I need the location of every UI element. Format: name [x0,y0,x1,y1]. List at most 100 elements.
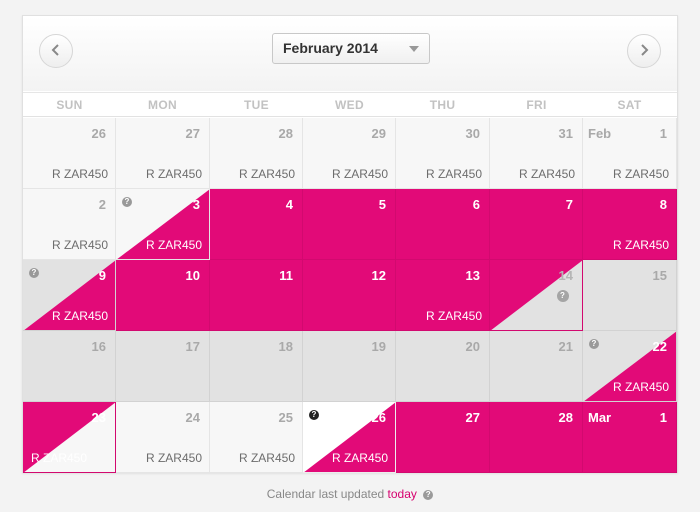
day-number: 17 [185,339,200,354]
day-number: 7 [565,197,573,212]
calendar-day[interactable]: 29 R ZAR450 [303,118,396,189]
calendar-day[interactable]: 21 [490,331,583,402]
day-price: R ZAR450 [145,451,202,465]
day-number: 1 [659,410,667,425]
calendar-day[interactable]: 4 [210,189,303,260]
month-select[interactable]: February 2014 [272,33,430,64]
chevron-left-icon [51,43,61,59]
calendar-day[interactable]: 22 R ZAR450? [583,331,677,402]
calendar-day[interactable]: 6 [396,189,490,260]
day-price: R ZAR450 [51,167,108,181]
calendar-day[interactable]: 5 [303,189,396,260]
calendar-header: February 2014 [23,16,677,91]
day-price: R ZAR450 [238,451,295,465]
calendar-day[interactable]: 11 [210,260,303,331]
day-number: 27 [465,410,480,425]
day-number: 10 [185,268,200,283]
day-number: 15 [652,268,667,283]
availability-calendar: February 2014 SUN MON TUE WED THU FRI SA… [22,15,678,473]
day-number: 5 [378,197,386,212]
help-icon[interactable]: ? [309,410,319,420]
weekday-tue: TUE [244,98,269,112]
calendar-day[interactable]: 28 [490,402,583,473]
calendar-day[interactable]: 28 R ZAR450 [210,118,303,189]
calendar-day[interactable]: 27 R ZAR450 [116,118,210,189]
calendar-day[interactable]: 8 R ZAR450 [583,189,677,260]
calendar-day[interactable]: 17 [116,331,210,402]
calendar-day[interactable]: 13 R ZAR450 [396,260,490,331]
day-number: 8 [659,197,667,212]
day-number: 2 [98,197,106,212]
month-label: February 2014 [283,40,378,56]
help-icon[interactable]: ? [556,290,569,302]
day-price: R ZAR450 [238,167,295,181]
day-price: R ZAR450 [31,451,88,465]
prev-month-button[interactable] [39,34,73,68]
day-number: 20 [465,339,480,354]
day-number: 16 [91,339,106,354]
chevron-down-icon [409,46,419,52]
day-number: 13 [465,268,480,283]
calendar-day[interactable]: 3 R ZAR450? [116,189,210,260]
calendar-day[interactable]: 15 [583,260,677,331]
calendar-day[interactable]: 14? [490,260,583,331]
day-number: 28 [558,410,573,425]
day-price: R ZAR450 [331,451,388,465]
calendar-day[interactable]: 7 [490,189,583,260]
calendar-day[interactable]: 1 Mar [583,402,677,473]
day-price: R ZAR450 [612,167,669,181]
day-number: 24 [185,410,200,425]
day-number: 21 [558,339,573,354]
day-price: R ZAR450 [425,167,482,181]
day-number: 22 [652,339,667,354]
calendar-day[interactable]: 24 R ZAR450 [116,402,210,473]
next-month-button[interactable] [627,34,661,68]
weekday-thu: THU [429,98,456,112]
calendar-day[interactable]: 31 R ZAR450 [490,118,583,189]
help-icon[interactable]: ? [122,197,132,207]
day-price: R ZAR450 [145,167,202,181]
calendar-day[interactable]: 26 R ZAR450 [23,118,116,189]
month-tag: Feb [588,126,612,141]
calendar-day[interactable]: 19 [303,331,396,402]
last-updated-link[interactable]: today [388,487,417,501]
day-price: R ZAR450 [518,167,575,181]
day-number: 25 [278,410,293,425]
calendar-day[interactable]: 16 [23,331,116,402]
day-price: R ZAR450 [612,380,669,394]
calendar-day[interactable]: 25 R ZAR450 [210,402,303,473]
day-number: 14 [558,268,573,283]
calendar-day[interactable]: 10 [116,260,210,331]
day-price: R ZAR450 [51,238,108,252]
day-number: 31 [558,126,573,141]
help-icon[interactable]: ? [29,268,39,278]
calendar-day[interactable]: 12 [303,260,396,331]
day-number: 26 [91,126,106,141]
help-icon[interactable]: ? [423,490,434,500]
weekday-wed: WED [335,98,364,112]
calendar-day[interactable]: 26 R ZAR450? [303,402,396,473]
calendar-day[interactable]: 23 R ZAR450 [23,402,116,473]
day-number: 6 [472,197,480,212]
calendar-day[interactable]: 1 Feb R ZAR450 [583,118,677,189]
weekday-mon: MON [148,98,177,112]
calendar-day[interactable]: 27 [396,402,490,473]
weekday-fri: FRI [526,98,547,112]
day-number: 26 [371,410,386,425]
day-number: 23 [91,410,106,425]
calendar-day[interactable]: 9 R ZAR450? [23,260,116,331]
day-price: R ZAR450 [612,238,669,252]
calendar-day[interactable]: 18 [210,331,303,402]
day-number: 1 [659,126,667,141]
month-tag: Mar [588,410,612,425]
calendar-day[interactable]: 30 R ZAR450 [396,118,490,189]
day-number: 18 [278,339,293,354]
calendar-day[interactable]: 2 R ZAR450 [23,189,116,260]
day-number: 9 [98,268,106,283]
day-price: R ZAR450 [425,309,482,323]
day-number: 11 [279,268,293,283]
calendar-day[interactable]: 20 [396,331,490,402]
day-number: 19 [371,339,386,354]
help-icon[interactable]: ? [589,339,599,349]
weekday-header: SUN MON TUE WED THU FRI SAT [23,92,677,117]
